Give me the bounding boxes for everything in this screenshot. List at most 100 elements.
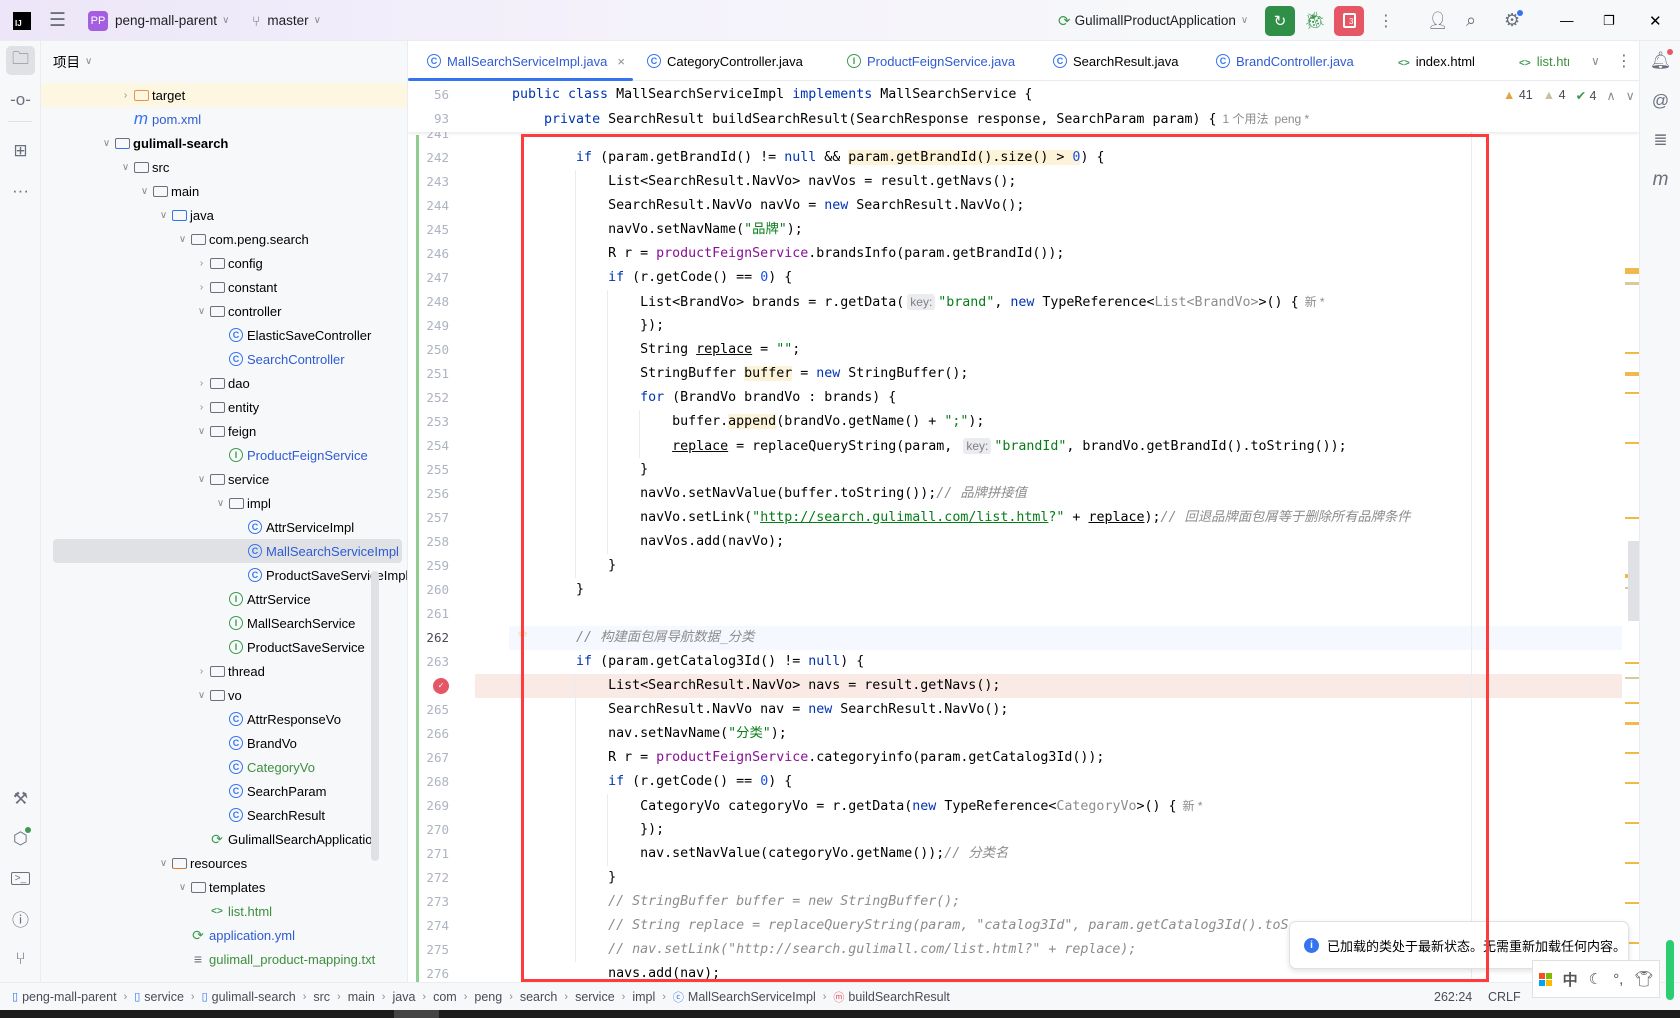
tree-item[interactable]: ∨ impl bbox=[41, 491, 407, 515]
tree-item[interactable]: I ProductSaveService bbox=[41, 635, 407, 659]
more-actions-icon[interactable]: ⋮ bbox=[1378, 11, 1394, 31]
tree-item[interactable]: › target bbox=[41, 83, 407, 107]
breadcrumb-item[interactable]: buildSearchResult bbox=[848, 990, 949, 1004]
breadcrumb-item[interactable]: impl bbox=[632, 990, 655, 1004]
tree-item[interactable]: C BrandVo bbox=[41, 731, 407, 755]
breadcrumb-item[interactable]: search bbox=[520, 990, 558, 1004]
project-panel-header[interactable]: 项目 ∨ bbox=[53, 50, 92, 72]
chevron-down-icon[interactable]: ∨ bbox=[194, 474, 209, 485]
tree-item[interactable]: ∨ com.peng.search bbox=[41, 227, 407, 251]
maven-button[interactable]: m bbox=[1646, 165, 1675, 194]
tree-item[interactable]: I ProductFeignService bbox=[41, 443, 407, 467]
main-menu-button[interactable]: ☰ bbox=[49, 0, 66, 41]
settings-gear-icon[interactable]: ⚙ bbox=[1504, 10, 1524, 31]
chevron-right-icon[interactable]: › bbox=[194, 282, 209, 293]
tree-item[interactable]: ∨ service bbox=[41, 467, 407, 491]
chevron-down-icon[interactable]: ∨ bbox=[118, 162, 133, 173]
chevron-down-icon[interactable]: ∨ bbox=[194, 426, 209, 437]
tree-item[interactable]: C AttrServiceImpl bbox=[41, 515, 407, 539]
tree-item[interactable]: ∨ java bbox=[41, 203, 407, 227]
chevron-right-icon[interactable]: › bbox=[194, 666, 209, 677]
tree-item[interactable]: C ElasticSaveController bbox=[41, 323, 407, 347]
prev-problem-icon[interactable]: ∧ bbox=[1607, 88, 1616, 103]
tree-item[interactable]: C MallSearchServiceImpl bbox=[53, 539, 402, 563]
tree-item[interactable]: C ProductSaveServiceImpl bbox=[41, 563, 407, 587]
line-ending[interactable]: CRLF bbox=[1488, 990, 1521, 1004]
warning-marker[interactable] bbox=[1625, 902, 1639, 904]
terminal-tool-button[interactable]: >_ bbox=[6, 864, 35, 893]
stop-button[interactable]: 3 bbox=[1334, 5, 1364, 36]
tree-item[interactable]: ⟳ GulimallSearchApplication bbox=[41, 827, 407, 851]
inspection-widget[interactable]: ▲ 41 ▲ 4 ✔ 4 ∧ ∨ bbox=[1503, 82, 1635, 108]
warning-marker[interactable] bbox=[1625, 822, 1639, 824]
services-tool-button[interactable]: ⬡ bbox=[6, 824, 35, 853]
chevron-down-icon[interactable]: ∨ bbox=[137, 186, 152, 197]
tree-item[interactable]: ∨ feign bbox=[41, 419, 407, 443]
add-user-icon[interactable]: 👤︎ bbox=[1427, 11, 1449, 31]
warning-marker[interactable] bbox=[1625, 282, 1639, 285]
branch-selector[interactable]: ⑂ master ∨ bbox=[252, 0, 321, 41]
project-tool-button[interactable]: 🗀 bbox=[6, 46, 35, 75]
search-icon[interactable]: ⌕ bbox=[1466, 10, 1476, 31]
chevron-right-icon[interactable]: › bbox=[194, 258, 209, 269]
database-button[interactable]: ≣ bbox=[1646, 125, 1675, 154]
ai-assistant-button[interactable]: @ bbox=[1646, 86, 1675, 115]
problems-tool-button[interactable]: ⓘ bbox=[6, 904, 35, 933]
tree-item[interactable]: › thread bbox=[41, 659, 407, 683]
warning-marker[interactable] bbox=[1625, 752, 1639, 754]
chevron-down-icon[interactable]: ∨ bbox=[175, 882, 190, 893]
chevron-down-icon[interactable]: ∨ bbox=[194, 690, 209, 701]
breakpoint-icon[interactable]: ✓ bbox=[433, 677, 449, 694]
minimize-button[interactable]: — bbox=[1560, 13, 1574, 28]
tree-item[interactable]: I AttrService bbox=[41, 587, 407, 611]
tree-item[interactable]: ∨ main bbox=[41, 179, 407, 203]
tree-item[interactable]: <> list.html bbox=[41, 899, 407, 923]
tree-item[interactable]: ∨ src bbox=[41, 155, 407, 179]
tree-scrollbar[interactable] bbox=[371, 571, 379, 861]
build-tool-button[interactable]: ⚒ bbox=[6, 784, 35, 813]
rerun-button[interactable]: ↻ bbox=[1265, 5, 1295, 36]
chevron-down-icon[interactable]: ∨ bbox=[194, 306, 209, 317]
tree-item[interactable]: C SearchResult bbox=[41, 803, 407, 827]
chevron-down-icon[interactable]: ∨ bbox=[156, 858, 171, 869]
chevron-down-icon[interactable]: ∨ bbox=[99, 138, 114, 149]
skin-shirt-icon[interactable]: 👕︎ bbox=[1634, 970, 1653, 988]
warning-marker[interactable] bbox=[1625, 722, 1639, 725]
tree-item[interactable]: ∨ gulimall-search bbox=[41, 131, 407, 155]
breadcrumb-item[interactable]: service bbox=[575, 990, 615, 1004]
chevron-down-icon[interactable]: ∨ bbox=[175, 234, 190, 245]
tree-item[interactable]: ⟳ application.yml bbox=[41, 923, 407, 947]
close-window-button[interactable]: ✕ bbox=[1649, 12, 1662, 30]
warning-marker[interactable] bbox=[1625, 442, 1639, 444]
structure-tool-button[interactable]: ⊞ bbox=[6, 136, 35, 165]
warning-marker[interactable] bbox=[1625, 702, 1639, 704]
run-config-selector[interactable]: ⟳ GulimallProductApplication ∨ bbox=[1058, 0, 1248, 41]
notifications-button[interactable]: 🔔︎ bbox=[1646, 46, 1675, 75]
sticky-lines[interactable]: 56 public class MallSearchServiceImpl imp… bbox=[408, 82, 1639, 132]
editor-scrollbar-thumb[interactable] bbox=[1628, 541, 1639, 621]
warning-marker[interactable] bbox=[1625, 782, 1639, 784]
warning-marker[interactable] bbox=[1625, 662, 1639, 664]
breadcrumb-item[interactable]: main bbox=[348, 990, 375, 1004]
moon-icon[interactable]: ☾ bbox=[1589, 970, 1602, 988]
tree-item[interactable]: C SearchParam bbox=[41, 779, 407, 803]
tree-item[interactable]: ∨ templates bbox=[41, 875, 407, 899]
tree-item[interactable]: ≡ gulimall_product-mapping.txt bbox=[41, 947, 407, 971]
breadcrumb-item[interactable]: service bbox=[144, 990, 184, 1004]
taskbar-item[interactable] bbox=[394, 1010, 439, 1018]
project-selector[interactable]: PP peng-mall-parent ∨ bbox=[88, 0, 229, 41]
breadcrumb-item[interactable]: peng bbox=[474, 990, 502, 1004]
chevron-right-icon[interactable]: › bbox=[118, 90, 133, 101]
chevron-down-icon[interactable]: ∨ bbox=[213, 498, 228, 509]
app-logo[interactable]: IJ bbox=[13, 0, 31, 41]
punctuation-icon[interactable]: °, bbox=[1613, 971, 1623, 988]
restore-button[interactable]: ❐ bbox=[1603, 13, 1615, 29]
chevron-right-icon[interactable]: › bbox=[194, 378, 209, 389]
tree-item[interactable]: ∨ vo bbox=[41, 683, 407, 707]
next-problem-icon[interactable]: ∨ bbox=[1626, 88, 1635, 103]
warning-marker[interactable] bbox=[1625, 517, 1639, 519]
tree-item[interactable]: › entity bbox=[41, 395, 407, 419]
warning-marker[interactable] bbox=[1625, 268, 1639, 274]
git-tool-button[interactable]: ⑂ bbox=[6, 944, 35, 973]
breadcrumb-item[interactable]: peng-mall-parent bbox=[22, 990, 117, 1004]
